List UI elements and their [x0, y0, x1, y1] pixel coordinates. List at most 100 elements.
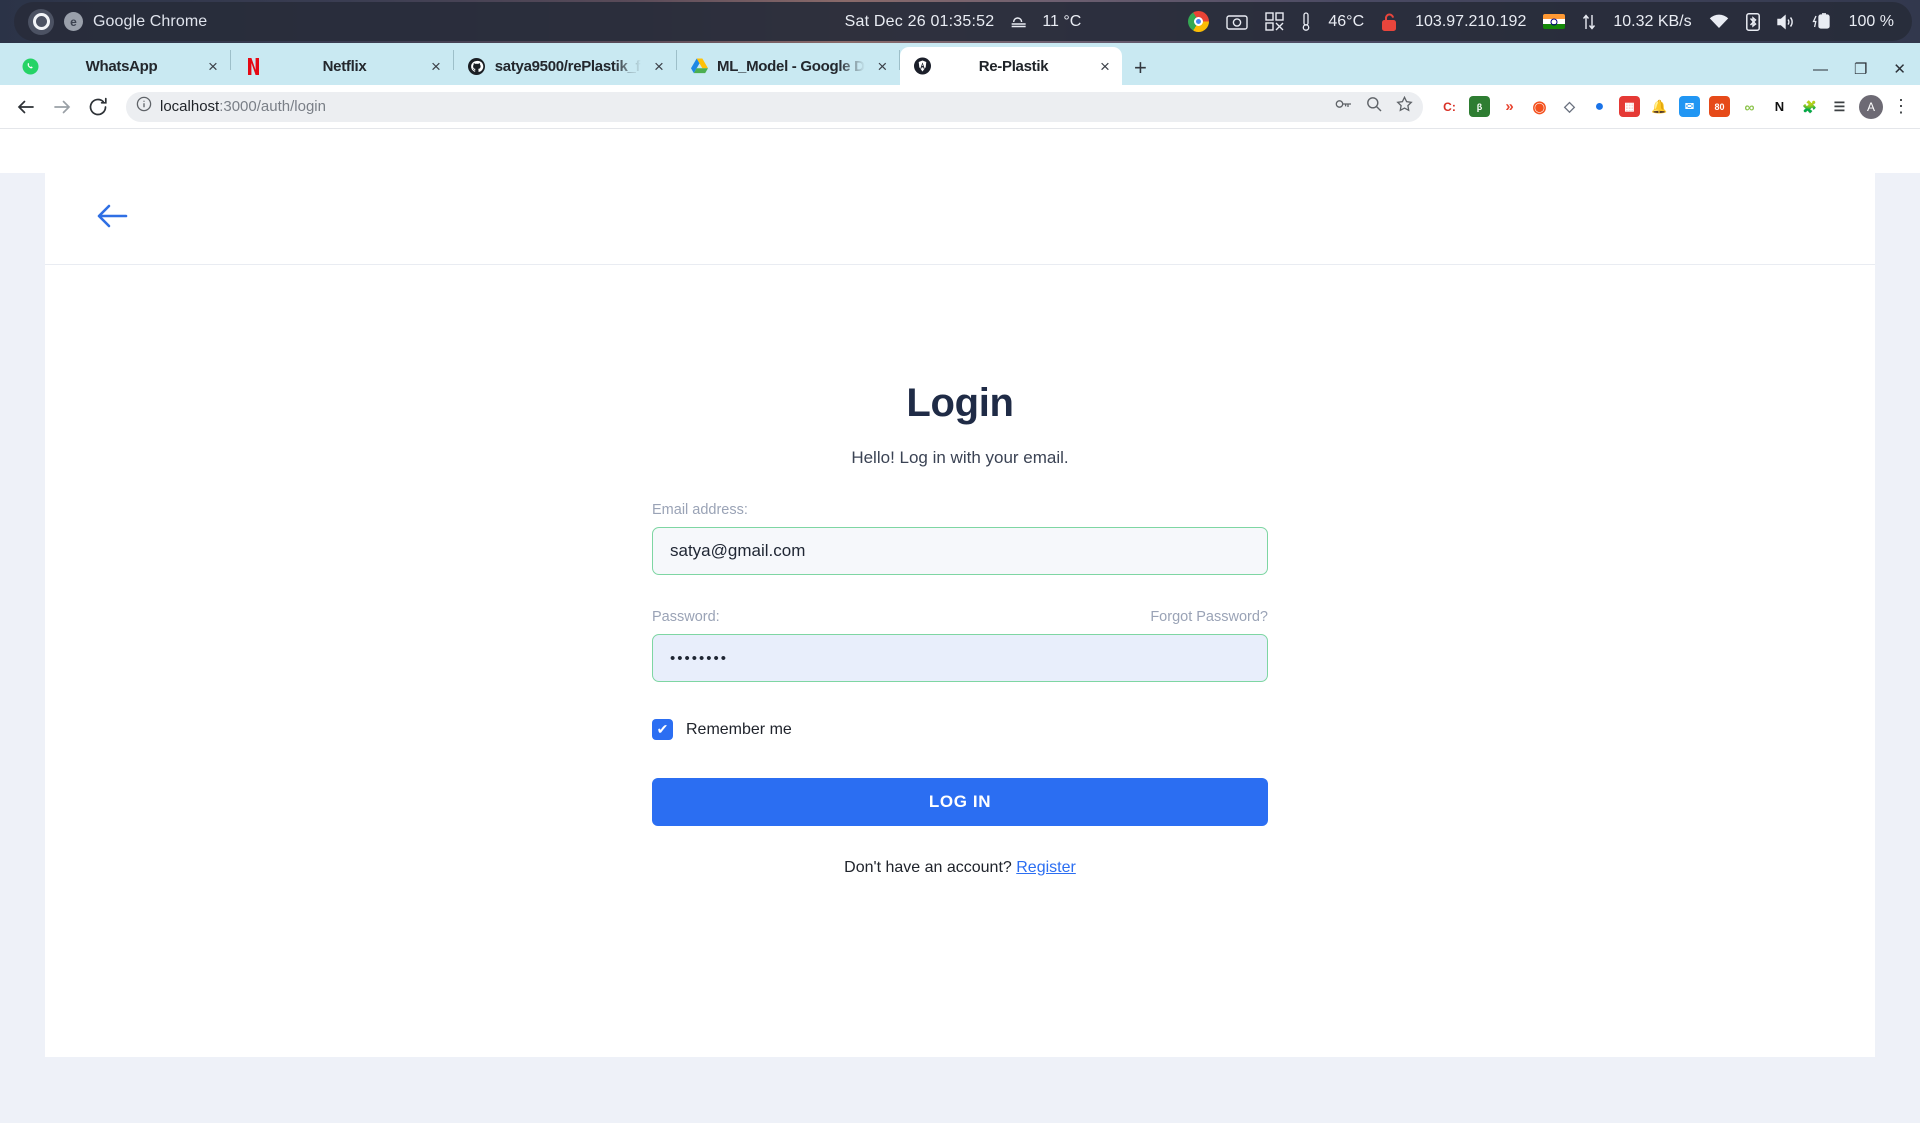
login-button[interactable]: LOG IN — [652, 778, 1268, 826]
window-controls: — ❐ ✕ — [1813, 62, 1906, 77]
url-host: localhost — [160, 98, 220, 115]
netflix-icon — [245, 57, 262, 75]
extension-speed[interactable]: » — [1499, 96, 1520, 117]
cloud-icon — [1008, 13, 1028, 30]
tab-netflix[interactable]: Netflix × — [231, 47, 453, 85]
remember-me-row[interactable]: ✔ Remember me — [652, 719, 1268, 740]
extension-mail[interactable]: ✉ — [1679, 96, 1700, 117]
clock[interactable]: Sat Dec 26 01:35:52 — [845, 13, 995, 31]
tab-close-icon[interactable]: × — [1096, 58, 1114, 75]
up-down-arrows-icon — [1582, 13, 1596, 30]
tab-close-icon[interactable]: × — [427, 58, 445, 75]
tab-whatsapp[interactable]: WhatsApp × — [8, 47, 230, 85]
tab-close-icon[interactable]: × — [650, 58, 668, 75]
india-flag-icon — [1543, 14, 1566, 29]
password-label: Password: — [652, 609, 720, 625]
angular-icon — [914, 57, 931, 75]
login-form: Login Hello! Log in with your email. Ema… — [652, 265, 1268, 877]
whatsapp-icon — [22, 58, 39, 75]
tab-google-drive[interactable]: ML_Model - Google Dr × — [677, 47, 899, 85]
extension-bell[interactable]: 🔔 — [1649, 96, 1670, 117]
os-bar-left-group: e Google Chrome — [14, 8, 208, 35]
card-header — [45, 173, 1875, 265]
address-bar[interactable]: localhost:3000/auth/login — [126, 91, 1423, 122]
email-label-row: Email address: — [652, 502, 1268, 518]
os-bar-panel: e Google Chrome Sat Dec 26 01:35:52 11 °… — [14, 2, 1912, 41]
minimize-button[interactable]: — — [1813, 62, 1828, 77]
tab-title: Re-Plastik — [978, 57, 1049, 75]
extension-shield[interactable]: ◇ — [1559, 96, 1580, 117]
info-circle-icon[interactable] — [136, 96, 152, 117]
tab-github[interactable]: satya9500/rePlastik_f × — [454, 47, 676, 85]
extension-link[interactable]: ∞ — [1739, 96, 1760, 117]
email-input[interactable]: satya@gmail.com — [652, 527, 1268, 575]
page-viewport: Login Hello! Log in with your email. Ema… — [0, 173, 1920, 1123]
register-prompt: Don't have an account? — [844, 859, 1012, 876]
extension-notion[interactable]: N — [1769, 96, 1790, 117]
tab-title: Netflix — [322, 57, 367, 75]
os-bar-center-group: Sat Dec 26 01:35:52 11 °C — [845, 13, 1082, 31]
magnifier-icon[interactable] — [1366, 96, 1382, 117]
tab-re-plastik[interactable]: Re-Plastik × — [900, 47, 1122, 85]
page-title: Login — [906, 381, 1014, 425]
weather-temperature: 11 °C — [1042, 12, 1082, 30]
register-row: Don't have an account? Register — [652, 859, 1268, 877]
battery-charging-icon — [1812, 13, 1832, 30]
new-tab-button[interactable]: + — [1134, 57, 1147, 79]
tab-close-icon[interactable]: × — [204, 58, 222, 75]
camera-icon[interactable] — [1226, 13, 1249, 31]
extension-badge[interactable]: 80 — [1709, 96, 1730, 117]
extensions-strip: C: β » ◉ ◇ ● ▦ 🔔 ✉ 80 ∞ N 🧩 ☰ A ⋮ — [1435, 94, 1910, 119]
register-link[interactable]: Register — [1016, 859, 1076, 876]
extension-ci[interactable]: C: — [1439, 96, 1460, 117]
bluetooth-icon[interactable] — [1745, 12, 1760, 31]
os-bar-tray: 46°C 103.97.210.192 10.32 KB/s 100 % — [1188, 11, 1894, 32]
url-path: :3000/auth/login — [219, 98, 326, 115]
remember-me-checkbox[interactable]: ✔ — [652, 719, 673, 740]
forgot-password-link[interactable]: Forgot Password? — [1150, 609, 1268, 625]
maximize-button[interactable]: ❐ — [1854, 62, 1867, 77]
extension-puzzle[interactable]: 🧩 — [1799, 96, 1820, 117]
page-subtitle: Hello! Log in with your email. — [851, 448, 1069, 467]
active-app-name: Google Chrome — [93, 12, 208, 30]
extension-reading-list[interactable]: ☰ — [1829, 96, 1850, 117]
os-top-bar: e Google Chrome Sat Dec 26 01:35:52 11 °… — [0, 0, 1920, 43]
workspace-circle-icon[interactable] — [28, 8, 54, 35]
back-arrow-icon[interactable] — [95, 203, 129, 234]
login-card: Login Hello! Log in with your email. Ema… — [45, 173, 1875, 1057]
extension-beta[interactable]: β — [1469, 96, 1490, 117]
back-button[interactable] — [10, 91, 42, 123]
cpu-temperature: 46°C — [1328, 12, 1365, 30]
remember-me-label: Remember me — [686, 720, 792, 738]
tab-close-icon[interactable]: × — [874, 58, 891, 75]
wifi-icon[interactable] — [1709, 14, 1729, 29]
tab-title: WhatsApp — [85, 57, 158, 75]
tab-title: satya9500/rePlastik_f — [494, 57, 641, 75]
star-icon[interactable] — [1396, 95, 1413, 117]
grid-apps-icon[interactable] — [1265, 12, 1285, 31]
email-label: Email address: — [652, 502, 748, 518]
extension-blue-circle[interactable]: ● — [1589, 96, 1610, 117]
ip-address: 103.97.210.192 — [1415, 12, 1527, 30]
network-speed: 10.32 KB/s — [1613, 12, 1692, 30]
key-icon[interactable] — [1335, 97, 1352, 116]
extension-red-grid[interactable]: ▦ — [1619, 96, 1640, 117]
tray-chrome-icon[interactable] — [1188, 11, 1210, 32]
profile-avatar[interactable]: A — [1859, 94, 1883, 119]
tab-title: ML_Model - Google Dr — [717, 57, 865, 75]
kebab-menu-icon[interactable]: ⋮ — [1892, 96, 1910, 117]
github-icon — [468, 57, 485, 75]
extension-orange-circle[interactable]: ◉ — [1529, 96, 1550, 117]
thermometer-icon — [1301, 12, 1311, 31]
password-input[interactable]: •••••••• — [652, 634, 1268, 682]
battery-percentage: 100 % — [1848, 12, 1894, 30]
speaker-icon[interactable] — [1776, 13, 1795, 30]
chrome-icon[interactable]: e — [64, 12, 83, 31]
unlock-icon[interactable] — [1381, 13, 1398, 31]
url-text: localhost:3000/auth/login — [160, 98, 326, 115]
reload-button[interactable] — [82, 91, 114, 123]
close-window-button[interactable]: ✕ — [1893, 62, 1906, 77]
tab-strip: WhatsApp × Netflix × satya9500/rePlastik… — [0, 43, 1920, 85]
forward-button[interactable] — [46, 91, 78, 123]
chrome-window: WhatsApp × Netflix × satya9500/rePlastik… — [0, 43, 1920, 1123]
